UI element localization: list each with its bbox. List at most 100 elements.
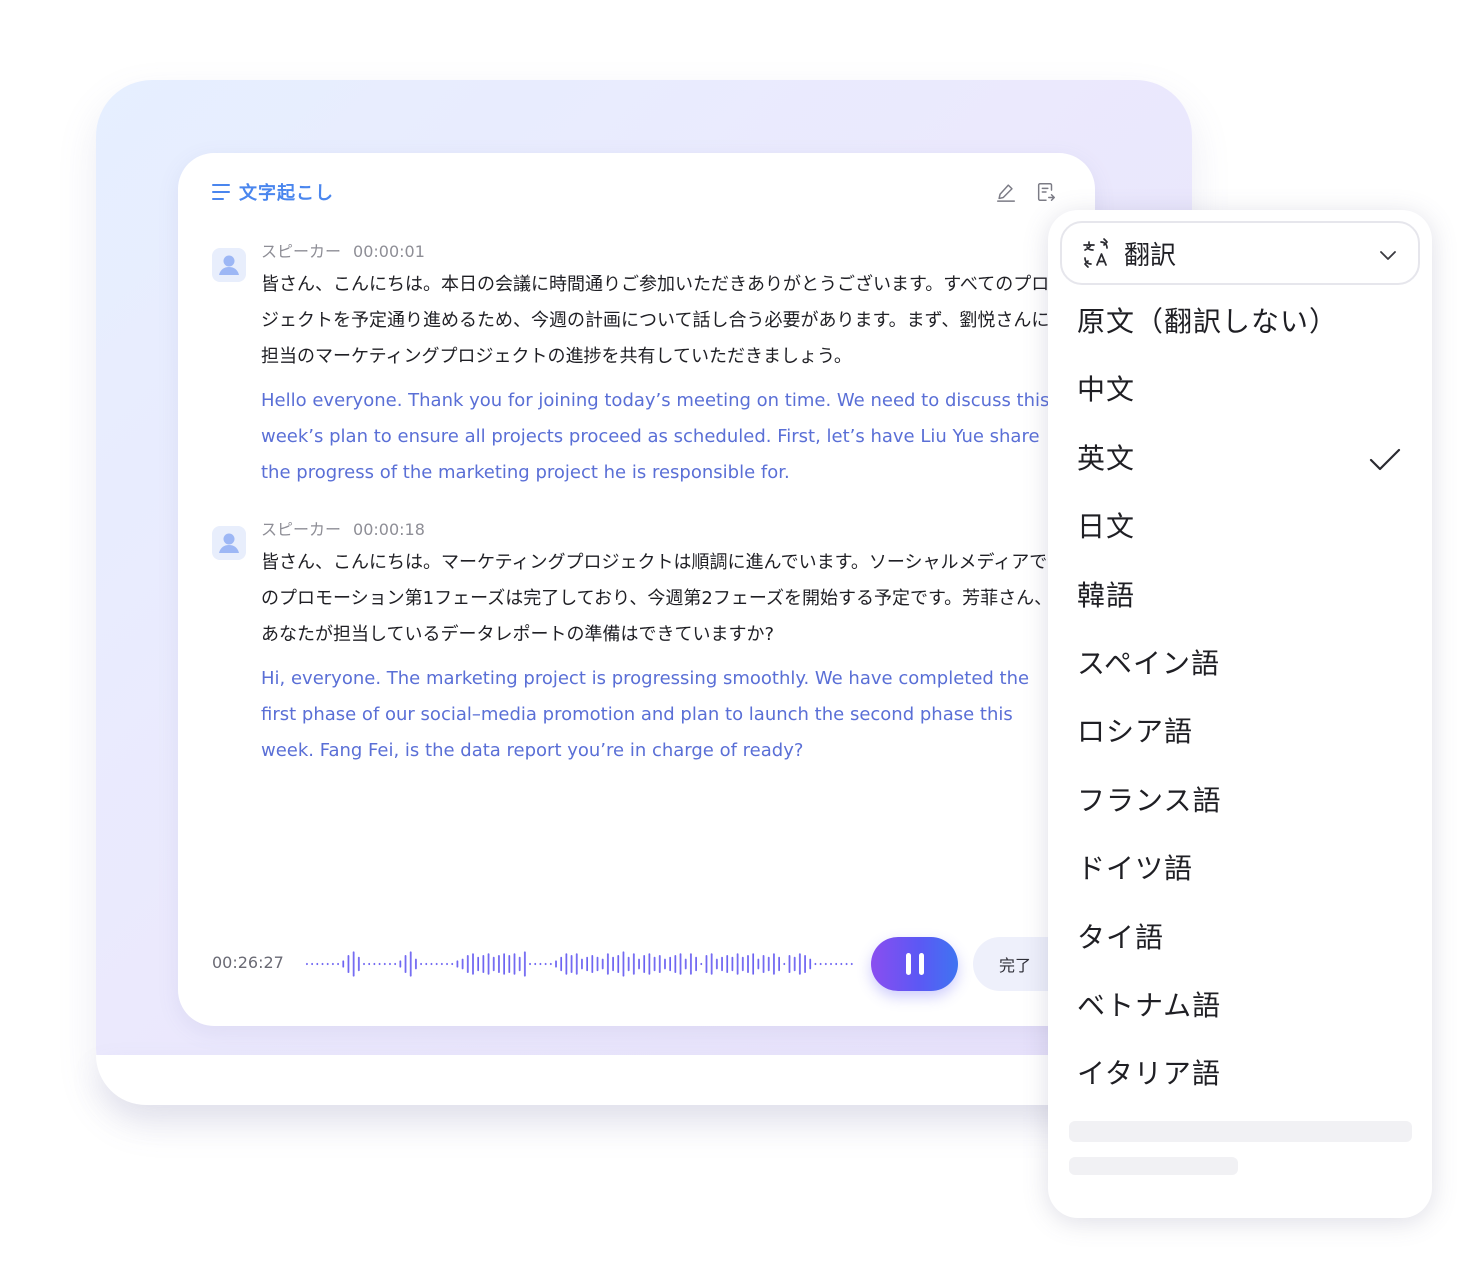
waveform-bar [394, 962, 397, 966]
waveform-bar [643, 955, 646, 973]
audio-player: 00:26:27 完了 [212, 936, 1095, 992]
waveform-bar [363, 962, 365, 966]
waveform-bar [420, 962, 422, 966]
user-icon [219, 255, 239, 275]
language-option[interactable]: イタリア語 [1048, 1040, 1432, 1108]
language-option[interactable]: ドイツ語 [1048, 835, 1432, 903]
language-option[interactable]: タイ語 [1048, 904, 1432, 972]
waveform-bar [674, 955, 677, 973]
language-option[interactable]: 日文 [1048, 493, 1432, 561]
waveform-bar [824, 962, 827, 966]
waveform-bar [762, 955, 765, 973]
waveform-bar [539, 962, 542, 966]
waveform-bar [378, 962, 381, 966]
language-option-label: スペイン語 [1077, 646, 1221, 680]
waveform-bar [840, 962, 843, 966]
waveform-bar [715, 958, 718, 970]
language-option-label: ロシア語 [1077, 715, 1194, 749]
waveform-bar [783, 962, 786, 966]
translation-dropdown: 翻訳 原文（翻訳しない） 中文英文日文韓語スペイン語ロシア語フランス語ドイツ語タイ… [1048, 210, 1432, 1218]
waveform-bar [357, 956, 360, 972]
language-option[interactable]: スペイン語 [1048, 630, 1432, 698]
translated-text: Hello everyone. Thank you for joining to… [261, 390, 1050, 483]
waveform-bar [658, 955, 661, 973]
header-actions [995, 181, 1057, 203]
waveform-bar [368, 962, 371, 966]
language-option[interactable]: ベトナム語 [1048, 972, 1432, 1040]
waveform-bar [529, 962, 531, 966]
list-lines-icon [212, 184, 230, 200]
translation-select[interactable]: 翻訳 [1060, 221, 1420, 285]
waveform-bar [570, 955, 573, 973]
waveform-bar [741, 956, 744, 972]
language-option[interactable]: 韓語 [1048, 562, 1432, 630]
language-option[interactable]: ロシア語 [1048, 698, 1432, 766]
language-option-label: ドイツ語 [1077, 852, 1194, 886]
language-option-label: 原文（翻訳しない） [1077, 305, 1339, 338]
language-option-label: タイ語 [1077, 920, 1165, 954]
language-option[interactable]: 中文 [1048, 356, 1432, 424]
waveform-bar [684, 958, 687, 970]
original-text: 皆さん、こんにちは。本日の会議に時間通りご参加いただきありがとうございます。すべ… [261, 274, 1050, 367]
waveform-bar [534, 962, 537, 966]
language-option-label: 英文 [1077, 441, 1136, 475]
waveform-bar [793, 956, 796, 972]
waveform-bar [451, 962, 454, 966]
user-icon [219, 533, 239, 553]
waveform-bar [513, 953, 516, 975]
export-document-icon[interactable] [1035, 181, 1057, 203]
waveform-bar [425, 962, 428, 966]
waveform-bar [638, 958, 640, 970]
language-option[interactable]: 英文 [1048, 425, 1432, 493]
waveform-bar [596, 956, 599, 972]
waveform-bar [508, 955, 511, 973]
language-option-label: 韓語 [1077, 578, 1136, 612]
waveform-bar [835, 962, 838, 966]
waveform-bar [549, 962, 552, 966]
language-option[interactable]: 原文（翻訳しない） [1048, 288, 1432, 356]
waveform-bar [523, 951, 526, 977]
language-option[interactable]: フランス語 [1048, 767, 1432, 835]
speaker-avatar [212, 248, 246, 282]
language-option-label: ベトナム語 [1077, 988, 1222, 1022]
waveform-bar [331, 962, 334, 966]
waveform-bar [819, 962, 822, 966]
waveform-bar [679, 953, 682, 975]
waveform-bar [591, 955, 594, 973]
waveform-bar [487, 953, 490, 975]
waveform-bar [482, 955, 485, 973]
waveform-bar [342, 960, 345, 968]
waveform-bar [606, 953, 609, 975]
waveform-bar [648, 953, 651, 975]
waveform-bar [622, 951, 625, 977]
waveform-bar [430, 962, 433, 966]
card-header: 文字起こし [212, 179, 334, 205]
chevron-down-icon [1380, 251, 1396, 260]
language-option-label: イタリア語 [1077, 1057, 1221, 1091]
pause-button[interactable] [871, 937, 958, 991]
waveform-bar [627, 956, 630, 972]
waveform-bar [581, 958, 583, 970]
waveform-bar [316, 962, 319, 966]
waveform-bar [845, 962, 848, 966]
waveform-bar [472, 953, 474, 975]
loading-placeholder [1069, 1121, 1412, 1142]
waveform-bar [544, 962, 547, 966]
waveform-bar [695, 956, 697, 972]
waveform-bar [757, 958, 760, 970]
waveform-bar [721, 956, 723, 972]
waveform-bar [850, 962, 853, 966]
elapsed-time: 00:26:27 [212, 953, 284, 972]
waveform-bar [440, 962, 443, 966]
waveform-bar [731, 956, 734, 972]
waveform-bar [389, 962, 391, 966]
waveform-bar [798, 953, 801, 975]
segment-time: 00:00:18 [353, 520, 425, 539]
original-text: 皆さん、こんにちは。マーケティングプロジェクトは順調に進んでいます。ソーシャルメ… [261, 552, 1053, 645]
waveform-bar [565, 953, 568, 975]
waveform-bar [518, 956, 521, 972]
edit-icon[interactable] [995, 181, 1017, 203]
speaker-avatar [212, 526, 246, 560]
waveform-bar [352, 951, 355, 977]
waveform [306, 951, 853, 977]
